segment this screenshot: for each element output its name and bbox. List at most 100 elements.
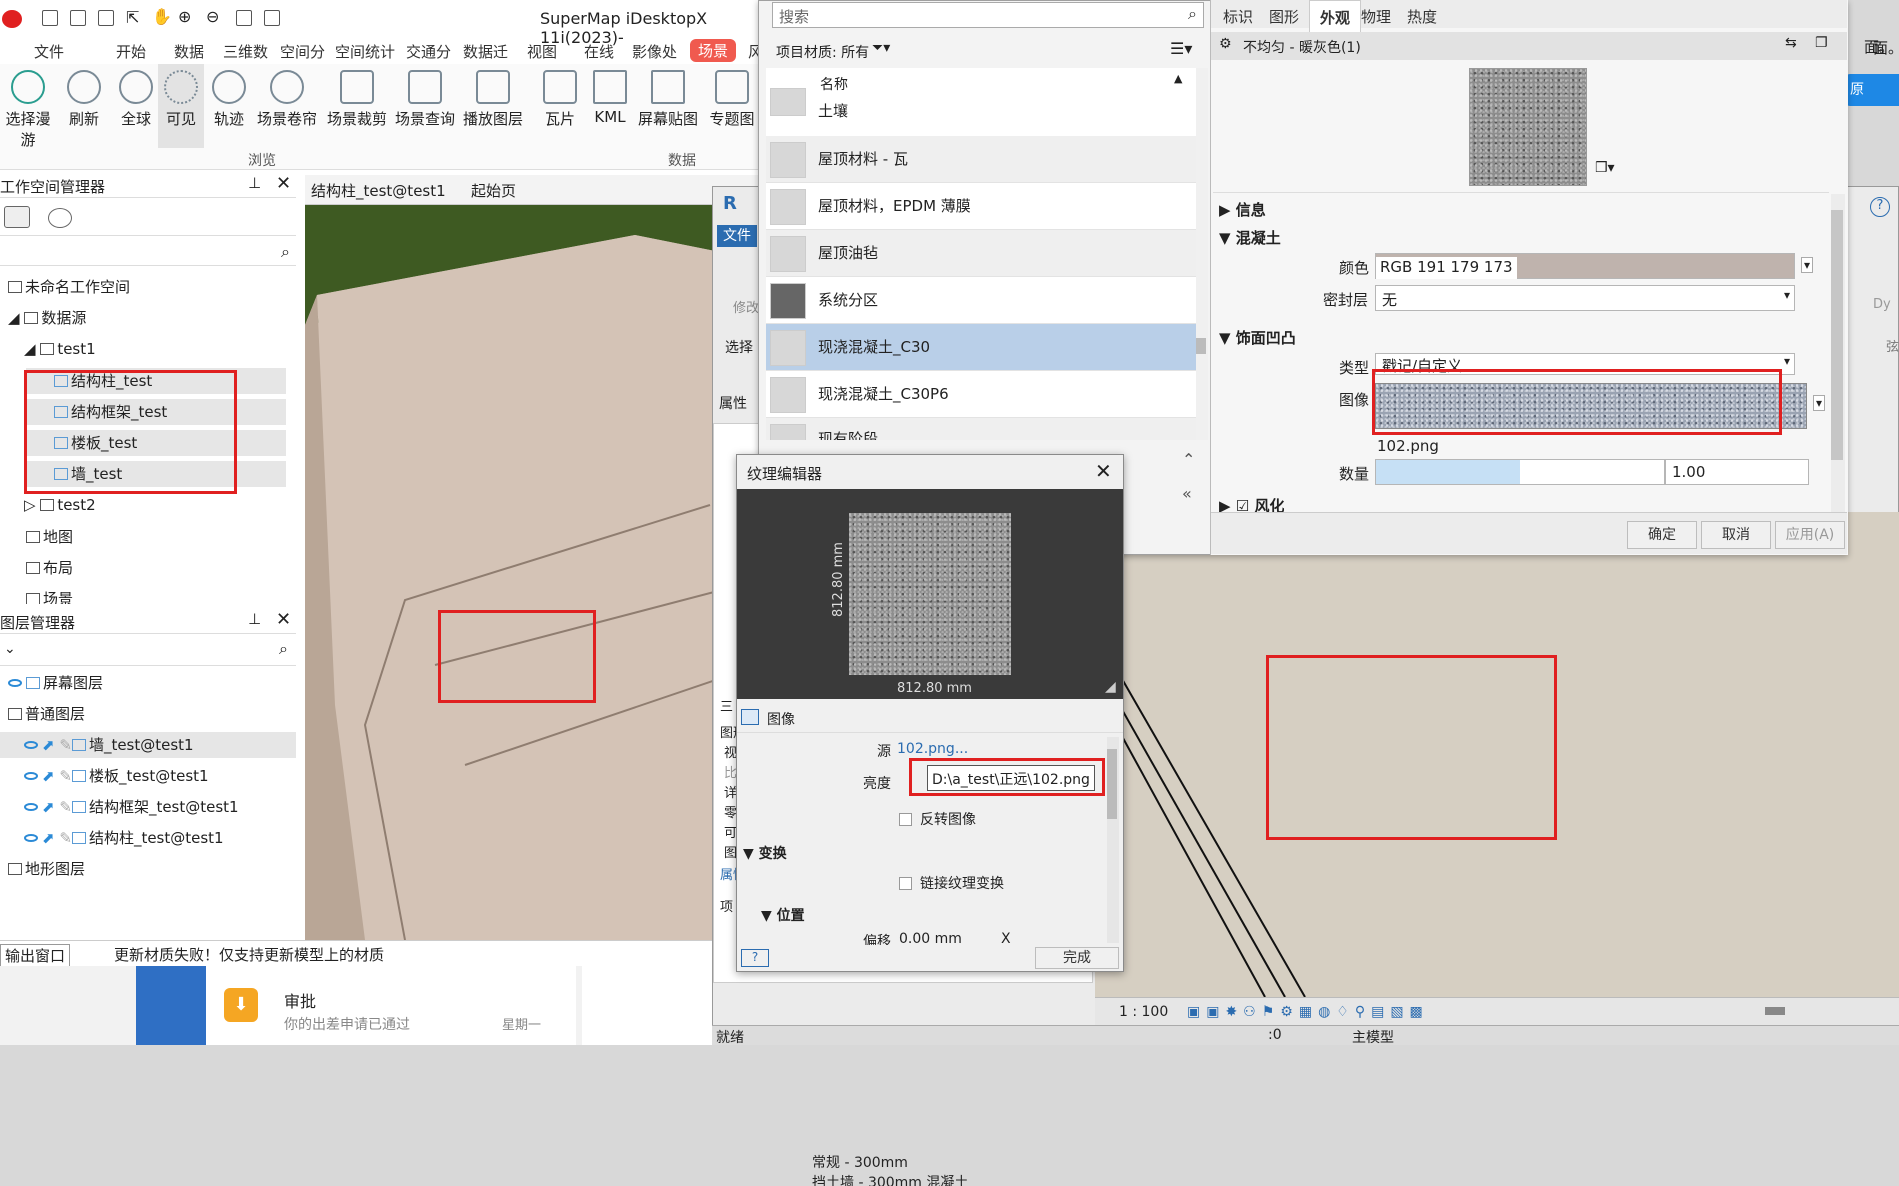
material-item[interactable]: 现浇混凝土_C30P6 xyxy=(766,371,1196,418)
select-icon[interactable]: ⬈ xyxy=(42,736,55,754)
notification[interactable]: ⬇ 审批 你的出差申请已通过 星期一 xyxy=(0,966,760,1045)
tab-appearance[interactable]: 外观 xyxy=(1309,0,1362,34)
help-button[interactable]: ? xyxy=(741,949,769,967)
texture-scrollbar[interactable] xyxy=(1107,737,1119,943)
eye-icon[interactable] xyxy=(24,741,38,749)
layer-item[interactable]: ⬈ ✎ 结构柱_test@test1 xyxy=(0,825,296,851)
tab-physical[interactable]: 物理 xyxy=(1361,6,1391,27)
section-weathering[interactable]: ▶ ☑ 风化 xyxy=(1219,495,1284,513)
edit-icon[interactable]: ✎ xyxy=(59,767,72,785)
export-icon[interactable] xyxy=(98,10,114,26)
close-icon[interactable]: ✕ xyxy=(276,609,291,630)
collapse-icon[interactable]: ⌃ xyxy=(1182,450,1195,469)
list-scrollbar[interactable] xyxy=(1196,68,1208,440)
select-icon[interactable]: ⬈ xyxy=(42,798,55,816)
scene-query-button[interactable]: 场景查询 xyxy=(390,64,460,148)
tab-spatial-stats[interactable]: 空间统计 xyxy=(335,41,395,62)
type-list-item[interactable]: 挡土墙 - 300mm 混凝土 xyxy=(812,1172,968,1186)
cancel-button[interactable]: 取消 xyxy=(1701,521,1771,549)
material-item[interactable]: 屋顶材料，EPDM 薄膜 xyxy=(766,183,1196,230)
tab-3d-data[interactable]: 三维数 xyxy=(223,41,268,62)
material-item-selected[interactable]: 现浇混凝土_C30 xyxy=(766,324,1196,371)
resize-grip-icon[interactable]: ◢ xyxy=(1105,679,1116,695)
material-search-input[interactable]: 搜索 ⌕ xyxy=(772,2,1204,28)
material-item[interactable]: 现有阶段 xyxy=(766,418,1196,440)
amount-slider[interactable] xyxy=(1375,459,1665,485)
visible-button[interactable]: 可见 xyxy=(158,64,204,148)
section-bump[interactable]: ▼ 饰面凹凸 xyxy=(1219,327,1296,348)
collapse-left-icon[interactable]: « xyxy=(1182,484,1192,503)
select-icon[interactable]: ⬈ xyxy=(42,829,55,847)
select-label[interactable]: 选择 xyxy=(725,337,753,357)
scene-viewport[interactable] xyxy=(305,205,760,940)
scale-value[interactable]: 1 : 100 xyxy=(1119,1004,1168,1020)
restore-button[interactable]: 原 xyxy=(1846,74,1899,106)
chevron-down-icon[interactable]: ▾ xyxy=(1813,395,1826,411)
model-select[interactable]: 主模型 xyxy=(1352,1027,1394,1047)
output-tab[interactable]: 输出窗口 xyxy=(0,944,71,967)
layer-item[interactable]: ⬈ ✎ 墙_test@test1 xyxy=(0,732,296,758)
pin-icon[interactable]: ⊥ xyxy=(248,610,261,628)
sealer-select[interactable]: 无 ▾ xyxy=(1375,285,1795,311)
workspace-search[interactable]: ⌕ xyxy=(0,240,296,266)
source-link[interactable]: 102.png... xyxy=(897,741,968,757)
zoom-out-icon[interactable]: ⊖ xyxy=(206,7,219,26)
tree-item-layouts[interactable]: 布局 xyxy=(26,555,73,581)
offset-input[interactable]: 0.00 mm xyxy=(899,931,962,945)
tab-graphics[interactable]: 图形 xyxy=(1269,6,1299,27)
layer-item[interactable]: ⬈ ✎ 结构框架_test@test1 xyxy=(0,794,296,820)
full-extent-icon[interactable] xyxy=(236,10,252,26)
scene-clip-button[interactable]: 场景裁剪 xyxy=(322,64,392,148)
eye-icon[interactable] xyxy=(8,679,22,687)
tab-data[interactable]: 数据 xyxy=(174,41,204,62)
layer-screen[interactable]: 屏幕图层 xyxy=(8,670,103,696)
filter-icon[interactable]: ⏷▾ xyxy=(872,40,890,56)
material-filter[interactable]: 项目材质: 所有 xyxy=(776,42,869,62)
layout-icon[interactable] xyxy=(70,10,86,26)
tab-file[interactable]: 文件 xyxy=(34,41,64,62)
material-item[interactable]: 屋顶油毡 xyxy=(766,230,1196,277)
search-icon[interactable]: ⌕ xyxy=(1188,4,1197,24)
preview-options-icon[interactable]: ❒▾ xyxy=(1595,160,1615,176)
play-layer-button[interactable]: 播放图层 xyxy=(458,64,528,148)
datasource-tab-icon[interactable] xyxy=(4,206,30,228)
zoom-in-icon[interactable]: ⊕ xyxy=(178,7,191,26)
tab-view[interactable]: 视图 xyxy=(527,41,557,62)
revit-view-canvas[interactable] xyxy=(1095,512,1899,997)
section-concrete[interactable]: ▼ 混凝土 xyxy=(1219,227,1281,248)
scroll-thumb[interactable] xyxy=(1831,210,1843,460)
link-transform-checkbox[interactable]: 链接纹理变换 xyxy=(899,873,1004,893)
tab-migration[interactable]: 数据迁 xyxy=(463,41,508,62)
globe-button[interactable]: 全球 xyxy=(108,64,164,148)
color-field[interactable]: RGB 191 179 173 xyxy=(1375,253,1795,279)
section-position[interactable]: ▼ 位置 xyxy=(761,905,805,925)
tile-button[interactable]: 瓦片 xyxy=(534,64,586,148)
edit-icon[interactable]: ✎ xyxy=(59,736,72,754)
search-icon[interactable]: ⌕ xyxy=(279,639,288,659)
scene-tab-icon[interactable] xyxy=(48,208,72,228)
edit-icon[interactable]: ✎ xyxy=(59,798,72,816)
done-button[interactable]: 完成 xyxy=(1035,947,1119,969)
screen-overlay-button[interactable]: 屏幕贴图 xyxy=(634,64,702,148)
tab-identity[interactable]: 标识 xyxy=(1223,6,1253,27)
doc-tab-scene[interactable]: 结构柱_test@test1 xyxy=(311,180,446,201)
refresh-button[interactable]: 刷新 xyxy=(56,64,112,148)
eye-icon[interactable] xyxy=(24,803,38,811)
layer-group-terrain[interactable]: 地形图层 xyxy=(8,856,85,882)
tab-thermal[interactable]: 热度 xyxy=(1407,6,1437,27)
select-roam-button[interactable]: 选择漫游 xyxy=(0,64,56,149)
help-icon[interactable]: ? xyxy=(1870,197,1890,217)
tab-start[interactable]: 开始 xyxy=(116,41,146,62)
close-icon[interactable]: ✕ xyxy=(276,173,291,194)
apply-button[interactable]: 应用(A) xyxy=(1775,521,1845,549)
tree-item-datasources[interactable]: ◢ 数据源 xyxy=(8,305,86,331)
file-tab[interactable]: 文件 xyxy=(717,225,757,247)
tab-imagery[interactable]: 影像处 xyxy=(632,41,677,62)
amount-input[interactable]: 1.00 xyxy=(1665,459,1809,485)
tree-item-test1[interactable]: ◢ test1 xyxy=(24,336,96,362)
scroll-thumb[interactable] xyxy=(1196,338,1206,354)
select-icon[interactable]: ⬈ xyxy=(42,767,55,785)
replace-asset-icon[interactable]: ⇆ xyxy=(1785,35,1797,51)
invert-checkbox[interactable]: 反转图像 xyxy=(899,809,976,829)
save-icon[interactable] xyxy=(42,10,58,26)
